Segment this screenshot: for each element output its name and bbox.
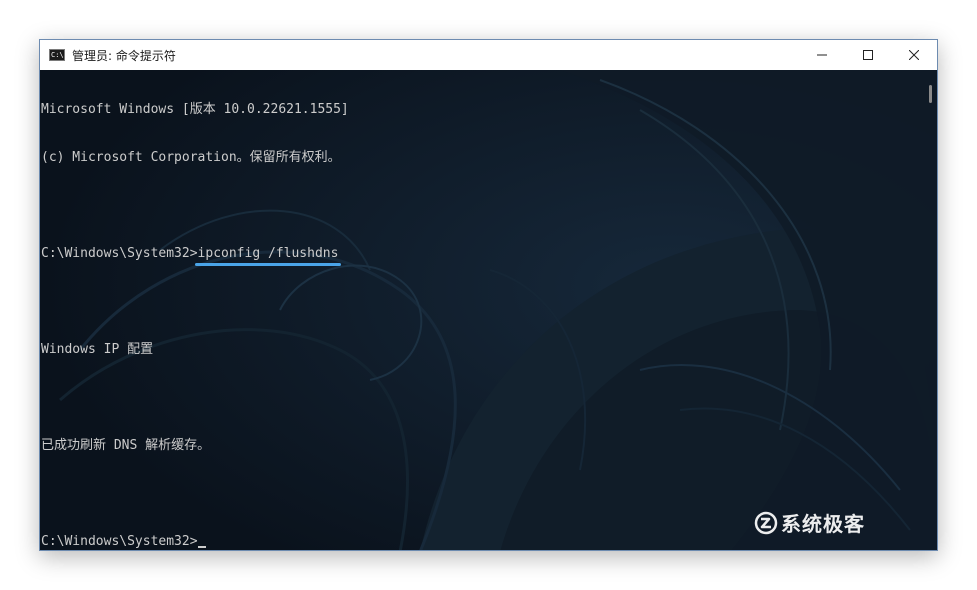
text-cursor: [197, 546, 206, 548]
vertical-scrollbar[interactable]: [922, 70, 937, 550]
minimize-button[interactable]: [799, 40, 845, 70]
command-prompt: C:\Windows\System32>: [41, 246, 198, 261]
window-controls: [799, 40, 937, 70]
maximize-icon: [863, 50, 873, 60]
close-icon: [909, 50, 919, 60]
console-output: Microsoft Windows [版本 10.0.22621.1555] (…: [41, 70, 919, 550]
highlighted-command: ipconfig /flushdns: [194, 246, 342, 266]
cmd-app-icon: C:\: [49, 49, 65, 61]
command-prompt-window: C:\ 管理员: 命令提示符 Microsoft Windows [版本 10.…: [39, 39, 938, 551]
watermark-text: 系统极客: [781, 512, 865, 536]
current-prompt: C:\Windows\System32>: [41, 534, 198, 549]
scrollbar-thumb[interactable]: [929, 85, 932, 103]
console-line: Microsoft Windows [版本 10.0.22621.1555]: [41, 102, 349, 117]
window-title: 管理员: 命令提示符: [72, 48, 176, 63]
command-line: C:\Windows\System32>ipconfig /flushdns: [41, 246, 919, 266]
console-line: 已成功刷新 DNS 解析缓存。: [41, 438, 211, 453]
console-area[interactable]: Microsoft Windows [版本 10.0.22621.1555] (…: [40, 70, 937, 550]
site-watermark: 系统极客: [753, 508, 865, 537]
minimize-icon: [817, 54, 827, 56]
maximize-button[interactable]: [845, 40, 891, 70]
console-line: Windows IP 配置: [41, 342, 154, 357]
command-text: ipconfig /flushdns: [197, 246, 339, 261]
watermark-logo-icon: [754, 511, 778, 534]
close-button[interactable]: [891, 40, 937, 70]
console-line: (c) Microsoft Corporation。保留所有权利。: [41, 150, 341, 165]
highlight-underline: [194, 263, 342, 266]
title-bar[interactable]: C:\ 管理员: 命令提示符: [40, 40, 937, 70]
